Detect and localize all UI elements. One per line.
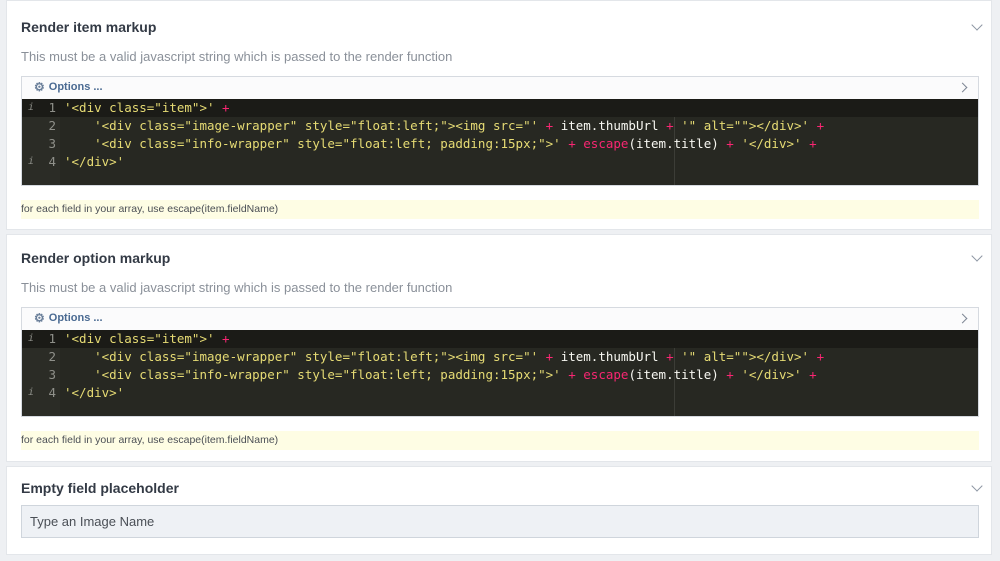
- code-editor[interactable]: ⚙ Options ... i 1 '<div class="item">' + 2…: [21, 76, 979, 186]
- line-number: 1: [48, 100, 56, 115]
- section-description: This must be a valid javascript string w…: [21, 280, 453, 295]
- line-number: 2: [48, 118, 56, 133]
- gear-icon: ⚙: [34, 80, 45, 94]
- code-line[interactable]: i 4 '</div>': [22, 153, 978, 171]
- render-item-markup-panel: Render item markup This must be a valid …: [6, 0, 992, 230]
- code-token: +: [214, 331, 238, 346]
- chevron-down-icon[interactable]: [971, 19, 983, 31]
- chevron-right-icon[interactable]: [957, 82, 968, 93]
- hint-label: for each field in your array, use escape…: [21, 434, 279, 446]
- code-line[interactable]: i 1 '<div class="item">' +: [22, 330, 978, 348]
- code-text: '<div class="image-wrapper" style="float…: [64, 348, 824, 366]
- code-token: +: [214, 100, 238, 115]
- code-token: +: [538, 349, 561, 364]
- code-token: escape: [583, 367, 629, 382]
- code-token: '<div class="item">': [64, 331, 215, 346]
- options-button[interactable]: ⚙ Options ...: [34, 81, 103, 93]
- code-token: +: [658, 118, 682, 133]
- chevron-down-icon[interactable]: [971, 250, 983, 262]
- line-number: 1: [48, 331, 56, 346]
- code-token: '" alt=""></div>': [681, 349, 810, 364]
- editor-toolbar: ⚙ Options ...: [22, 77, 978, 100]
- code-line[interactable]: 2 '<div class="image-wrapper" style="flo…: [22, 117, 978, 135]
- code-token: +: [658, 349, 682, 364]
- render-option-markup-panel: Render option markup This must be a vali…: [6, 234, 992, 462]
- code-text: '<div class="info-wrapper" style="float:…: [64, 135, 817, 153]
- hint-label: for each field in your array, use escape…: [21, 203, 279, 215]
- code-text: '<div class="image-wrapper" style="float…: [64, 117, 824, 135]
- code-line[interactable]: 3 '<div class="info-wrapper" style="floa…: [22, 135, 978, 153]
- line-number: 4: [48, 385, 56, 400]
- code-token: item.thumbUrl: [560, 118, 659, 133]
- code-token: '</div>': [64, 385, 125, 400]
- code-token: '</div>': [741, 367, 802, 382]
- line-number: 4: [48, 154, 56, 169]
- options-button[interactable]: ⚙ Options ...: [34, 312, 103, 324]
- code-token: escape: [583, 136, 629, 151]
- code-token: (item.title): [628, 367, 719, 382]
- code-token: +: [560, 136, 584, 151]
- code-token: '</div>': [741, 136, 802, 151]
- code-line[interactable]: i 1 '<div class="item">' +: [22, 99, 978, 117]
- options-label: Options ...: [48, 312, 103, 324]
- code-token: '<div class="image-wrapper" style="float…: [94, 118, 539, 133]
- code-line[interactable]: 3 '<div class="info-wrapper" style="floa…: [22, 366, 978, 384]
- code-area[interactable]: i 1 '<div class="item">' + 2 '<div class="…: [22, 330, 978, 416]
- code-token: '</div>': [64, 154, 125, 169]
- line-number: 3: [48, 136, 56, 151]
- code-token: +: [560, 367, 584, 382]
- placeholder-input[interactable]: Type an Image Name: [21, 505, 979, 538]
- gear-icon: ⚙: [34, 311, 45, 325]
- code-token: +: [809, 118, 825, 133]
- code-token: +: [718, 136, 742, 151]
- section-title: Render item markup: [21, 19, 157, 35]
- section-title: Empty field placeholder: [21, 480, 179, 496]
- code-text: '<div class="item">' +: [64, 99, 237, 117]
- options-label: Options ...: [48, 81, 103, 93]
- code-editor[interactable]: ⚙ Options ... i 1 '<div class="item">' + 2…: [21, 307, 979, 417]
- code-token: item.thumbUrl: [560, 349, 659, 364]
- code-token: +: [718, 367, 742, 382]
- hint-text: for each field in your array, use escape…: [21, 431, 979, 450]
- chevron-right-icon[interactable]: [957, 313, 968, 324]
- code-token: +: [538, 118, 561, 133]
- code-token: '<div class="item">': [64, 100, 215, 115]
- hint-text: for each field in your array, use escape…: [21, 200, 979, 219]
- code-token: (item.title): [628, 136, 719, 151]
- line-number: 3: [48, 367, 56, 382]
- code-text: '</div>': [64, 384, 124, 402]
- code-text: '<div class="info-wrapper" style="float:…: [64, 366, 817, 384]
- code-token: '<div class="info-wrapper" style="float:…: [94, 367, 561, 382]
- code-text: '</div>': [64, 153, 124, 171]
- empty-field-placeholder-panel: Empty field placeholder Type an Image Na…: [6, 466, 992, 555]
- section-description: This must be a valid javascript string w…: [21, 49, 453, 64]
- code-token: '<div class="info-wrapper" style="float:…: [94, 136, 561, 151]
- code-line[interactable]: 2 '<div class="image-wrapper" style="flo…: [22, 348, 978, 366]
- code-token: +: [809, 349, 825, 364]
- chevron-down-icon[interactable]: [971, 480, 983, 492]
- code-token: +: [801, 367, 817, 382]
- code-token: '<div class="image-wrapper" style="float…: [94, 349, 539, 364]
- code-line[interactable]: i 4 '</div>': [22, 384, 978, 402]
- code-text: '<div class="item">' +: [64, 330, 237, 348]
- code-token: '" alt=""></div>': [681, 118, 810, 133]
- editor-toolbar: ⚙ Options ...: [22, 308, 978, 331]
- line-number: 2: [48, 349, 56, 364]
- code-area[interactable]: i 1 '<div class="item">' + 2 '<div class="…: [22, 99, 978, 185]
- code-token: +: [801, 136, 817, 151]
- section-title: Render option markup: [21, 250, 171, 266]
